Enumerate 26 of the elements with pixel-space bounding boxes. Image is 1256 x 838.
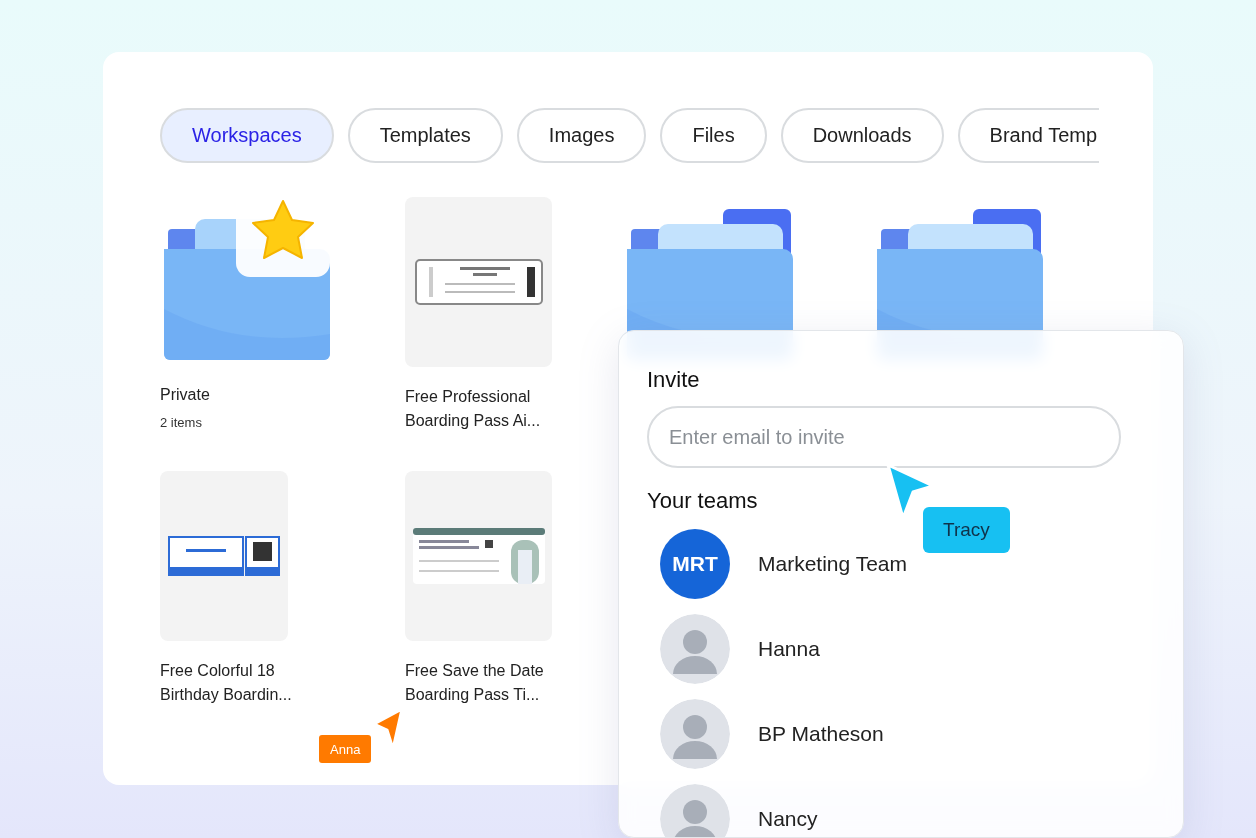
section-title: Your teams <box>647 487 759 515</box>
tab[interactable]: Images <box>516 108 647 163</box>
item-title[interactable]: Free Professional Boarding Pass Ai... <box>405 385 555 433</box>
item-title[interactable]: Free Colorful 18 Birthday Boardin... <box>160 659 310 707</box>
member-name[interactable]: Marketing Team <box>758 547 907 580</box>
member-name[interactable]: Hanna <box>758 632 820 665</box>
avatar-icon <box>660 698 730 769</box>
avatar-icon <box>660 613 730 684</box>
document-thumbnail[interactable] <box>405 471 552 641</box>
member-name[interactable]: BP Matheson <box>758 717 884 750</box>
cursor-label: Tracy <box>923 507 1010 553</box>
panel-title: Invite <box>647 366 701 394</box>
tab[interactable]: Workspaces <box>160 108 334 163</box>
item-title[interactable]: Private <box>160 383 310 407</box>
tab[interactable]: Downloads <box>780 108 944 163</box>
tab[interactable]: Brand Temp <box>957 108 1099 163</box>
tab[interactable]: Files <box>660 108 767 163</box>
team-avatar: MRT <box>660 528 730 599</box>
email-field[interactable]: Enter email to invite <box>647 406 1121 468</box>
document-thumbnail[interactable] <box>405 197 552 367</box>
item-count: 2 items <box>160 414 203 432</box>
tab[interactable]: Templates <box>347 108 503 163</box>
cursor-label: Anna <box>319 735 372 763</box>
member-name[interactable]: Nancy <box>758 802 818 835</box>
document-thumbnail[interactable] <box>160 471 288 641</box>
item-title[interactable]: Free Save the Date Boarding Pass Ti... <box>405 659 555 707</box>
